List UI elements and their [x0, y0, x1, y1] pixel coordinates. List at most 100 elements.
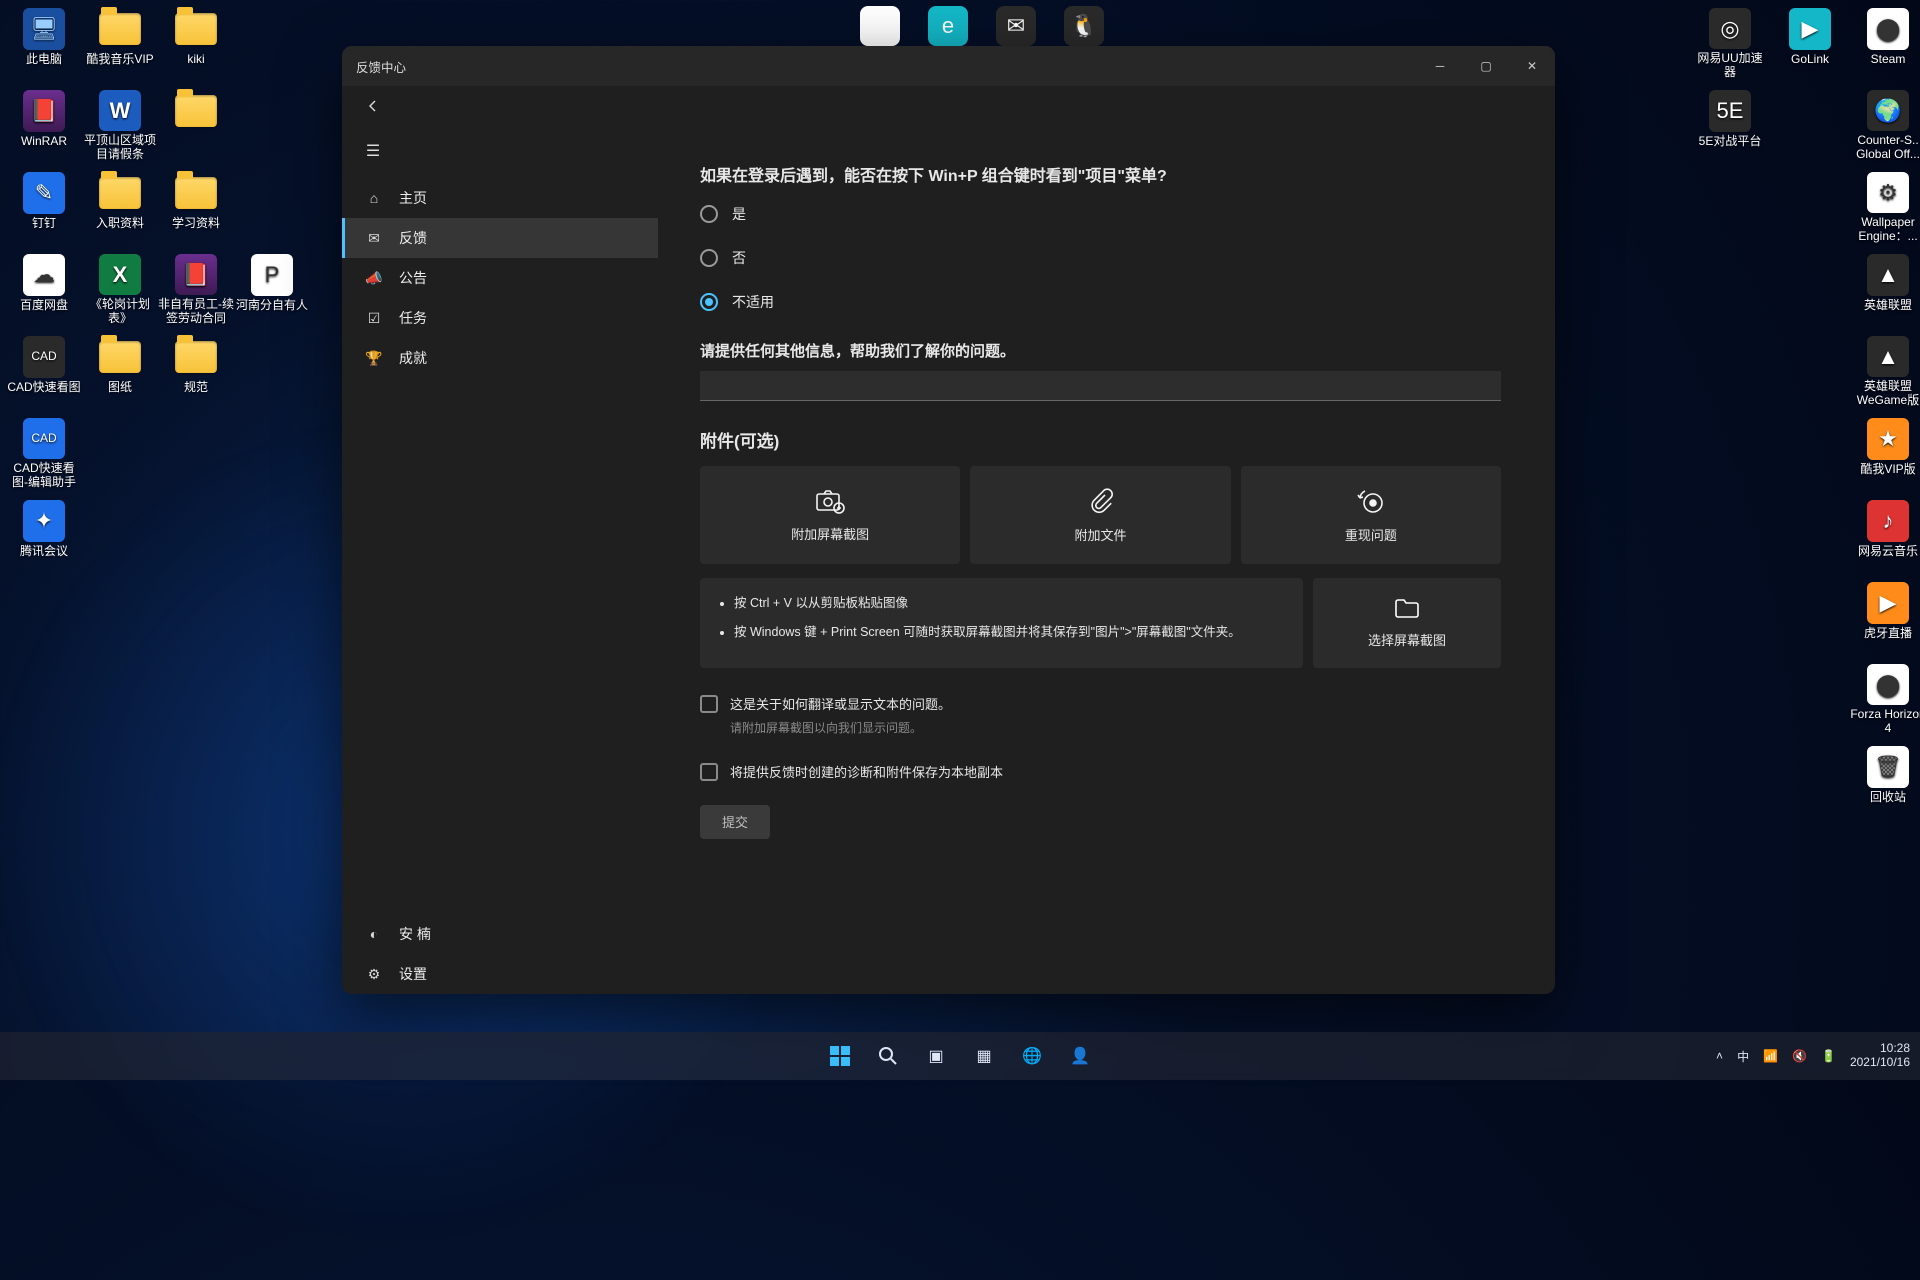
desktop-icon[interactable]: ◎网易UU加速器 — [1692, 6, 1768, 80]
desktop-icon[interactable]: 酷我音乐VIP — [82, 6, 158, 80]
desktop-icon[interactable]: ▶GoLink — [1772, 6, 1848, 80]
attach-screenshot-card[interactable]: 附加屏幕截图 — [700, 466, 960, 564]
content-pane: 如果在登录后遇到，能否在按下 Win+P 组合键时看到"项目"菜单? 是 否 不… — [658, 126, 1555, 994]
desktop-icon[interactable]: kiki — [158, 6, 234, 80]
minimize-button[interactable]: ─ — [1417, 46, 1463, 86]
desktop-icon[interactable]: 入职资料 — [82, 170, 158, 244]
desktop-icon[interactable]: ⬤Forza Horizon 4 — [1850, 662, 1920, 736]
wechat-icon[interactable]: ✉ — [996, 6, 1036, 46]
sidebar-icon: 📣 — [365, 270, 383, 287]
app-icon: ☁ — [23, 254, 65, 296]
desktop-icon[interactable]: ⚙Wallpaper Engine：... — [1850, 170, 1920, 244]
desktop-icon[interactable]: ✎钉钉 — [6, 170, 82, 244]
desktop-icon-label: CAD快速看图 — [7, 381, 80, 395]
search-button[interactable] — [868, 1036, 908, 1076]
desktop-icon-label: Forza Horizon 4 — [1850, 708, 1920, 736]
start-button[interactable] — [820, 1036, 860, 1076]
desktop-icon-label: kiki — [187, 53, 204, 67]
desktop-icon[interactable]: ♪网易云音乐 — [1850, 498, 1920, 572]
wifi-icon[interactable]: 📶 — [1763, 1049, 1778, 1063]
system-tray[interactable]: ˄ 中 📶 🔇 🔋 10:28 2021/10/16 — [1716, 1042, 1910, 1070]
choose-screenshot-button[interactable]: 选择屏幕截图 — [1313, 578, 1501, 668]
desktop-icon-label: 规范 — [184, 381, 208, 395]
attachments-title: 附件(可选) — [700, 427, 1501, 452]
desktop-icon[interactable] — [158, 88, 234, 162]
recreate-problem-card[interactable]: 重现问题 — [1241, 466, 1501, 564]
sidebar-item[interactable]: ☑任务 — [342, 298, 658, 338]
app-taskbar-icon[interactable]: 👤 — [1060, 1036, 1100, 1076]
sidebar-item[interactable]: 📣公告 — [342, 258, 658, 298]
edge-taskbar-icon[interactable]: 🌐 — [1012, 1036, 1052, 1076]
desktop-icon-label: 腾讯会议 — [20, 545, 68, 559]
widgets-button[interactable]: ▦ — [964, 1036, 1004, 1076]
app-icon: 🖥 — [23, 8, 65, 50]
sidebar-settings[interactable]: ⚙设置 — [342, 954, 658, 994]
desktop-icon[interactable]: 5E5E对战平台 — [1692, 88, 1768, 162]
desktop-icon[interactable]: CADCAD快速看图-编辑助手 — [6, 416, 82, 490]
sidebar-item[interactable]: ⌂主页 — [342, 178, 658, 218]
app-icon: CAD — [23, 336, 65, 378]
titlebar[interactable]: 反馈中心 ─ ▢ ✕ — [342, 46, 1555, 86]
desktop-icon[interactable]: ▲英雄联盟 — [1850, 252, 1920, 326]
desktop-icon-label: 英雄联盟 — [1864, 299, 1912, 313]
desktop-icon[interactable]: 学习资料 — [158, 170, 234, 244]
user-icon: ◐ — [365, 926, 383, 942]
record-icon — [1356, 487, 1386, 515]
taskview-button[interactable]: ▣ — [916, 1036, 956, 1076]
desktop-icon[interactable]: 规范 — [158, 334, 234, 408]
app-icon — [99, 336, 141, 378]
desktop-icon[interactable]: CAD CAD快速看图 — [6, 334, 82, 408]
desktop-icon[interactable]: ★酷我VIP版 — [1850, 416, 1920, 490]
desktop-icon[interactable]: ▲英雄联盟WeGame版 — [1850, 334, 1920, 408]
checkbox-save-local[interactable]: 将提供反馈时创建的诊断和附件保存为本地副本 — [700, 762, 1501, 781]
sidebar-user[interactable]: ◐安 楠 — [342, 914, 658, 954]
desktop-icon[interactable]: W平顶山区域项目请假条 — [82, 88, 158, 162]
chrome-icon[interactable]: ◉ — [860, 6, 900, 46]
maximize-button[interactable]: ▢ — [1463, 46, 1509, 86]
desktop-icon-label: 河南分自有人 — [236, 299, 308, 313]
qq-icon[interactable]: 🐧 — [1064, 6, 1104, 46]
ime-indicator[interactable]: 中 — [1737, 1048, 1749, 1065]
desktop-icon[interactable]: 🌍Counter-S.. Global Off... — [1850, 88, 1920, 162]
volume-icon[interactable]: 🔇 — [1792, 1049, 1807, 1063]
edge-icon[interactable]: e — [928, 6, 968, 46]
back-button[interactable] — [356, 89, 390, 123]
sidebar-item[interactable]: ✉反馈 — [342, 218, 658, 258]
radio-na[interactable]: 不适用 — [700, 292, 1501, 312]
gear-icon: ⚙ — [365, 966, 383, 983]
more-info-input[interactable] — [700, 371, 1501, 401]
app-icon: CAD — [23, 418, 65, 459]
close-button[interactable]: ✕ — [1509, 46, 1555, 86]
question-text: 如果在登录后遇到，能否在按下 Win+P 组合键时看到"项目"菜单? — [700, 162, 1501, 186]
camera-icon — [815, 488, 845, 514]
app-icon: 📕 — [175, 254, 217, 295]
attach-file-card[interactable]: 附加文件 — [970, 466, 1230, 564]
radio-no[interactable]: 否 — [700, 248, 1501, 268]
app-icon — [175, 336, 217, 378]
desktop-icon[interactable]: ✦腾讯会议 — [6, 498, 82, 572]
desktop-icon[interactable]: ☁百度网盘 — [6, 252, 82, 326]
battery-icon[interactable]: 🔋 — [1821, 1049, 1836, 1063]
desktop-icon[interactable]: 📕WinRAR — [6, 88, 82, 162]
clock[interactable]: 10:28 2021/10/16 — [1850, 1042, 1910, 1070]
desktop-icon[interactable]: X《轮岗计划表》 — [82, 252, 158, 326]
desktop-icon[interactable]: ▶虎牙直播 — [1850, 580, 1920, 654]
sidebar-item[interactable]: 🏆成就 — [342, 338, 658, 378]
app-icon — [175, 8, 217, 50]
app-icon — [99, 8, 141, 50]
desktop-icon[interactable]: ⬤Steam — [1850, 6, 1920, 80]
desktop-icon[interactable]: P河南分自有人 — [234, 252, 310, 326]
hamburger-button[interactable]: ☰ — [356, 134, 390, 168]
submit-button[interactable]: 提交 — [700, 805, 770, 839]
sidebar: ☰ ⌂主页✉反馈📣公告☑任务🏆成就 ◐安 楠 ⚙设置 — [342, 126, 658, 994]
desktop-icon[interactable]: 图纸 — [82, 334, 158, 408]
desktop-icon-label: 《轮岗计划表》 — [82, 298, 158, 326]
desktop-icon[interactable]: 🖥此电脑 — [6, 6, 82, 80]
tray-chevron-icon[interactable]: ˄ — [1716, 1049, 1723, 1063]
checkbox-translation[interactable]: 这是关于如何翻译或显示文本的问题。 — [700, 694, 1501, 713]
desktop-icon-label: 平顶山区域项目请假条 — [82, 134, 158, 162]
radio-yes[interactable]: 是 — [700, 204, 1501, 224]
desktop-icon-label: 5E对战平台 — [1699, 135, 1762, 149]
desktop-icon[interactable]: 🗑回收站 — [1850, 744, 1920, 818]
desktop-icon[interactable]: 📕非自有员工-续签劳动合同 — [158, 252, 234, 326]
